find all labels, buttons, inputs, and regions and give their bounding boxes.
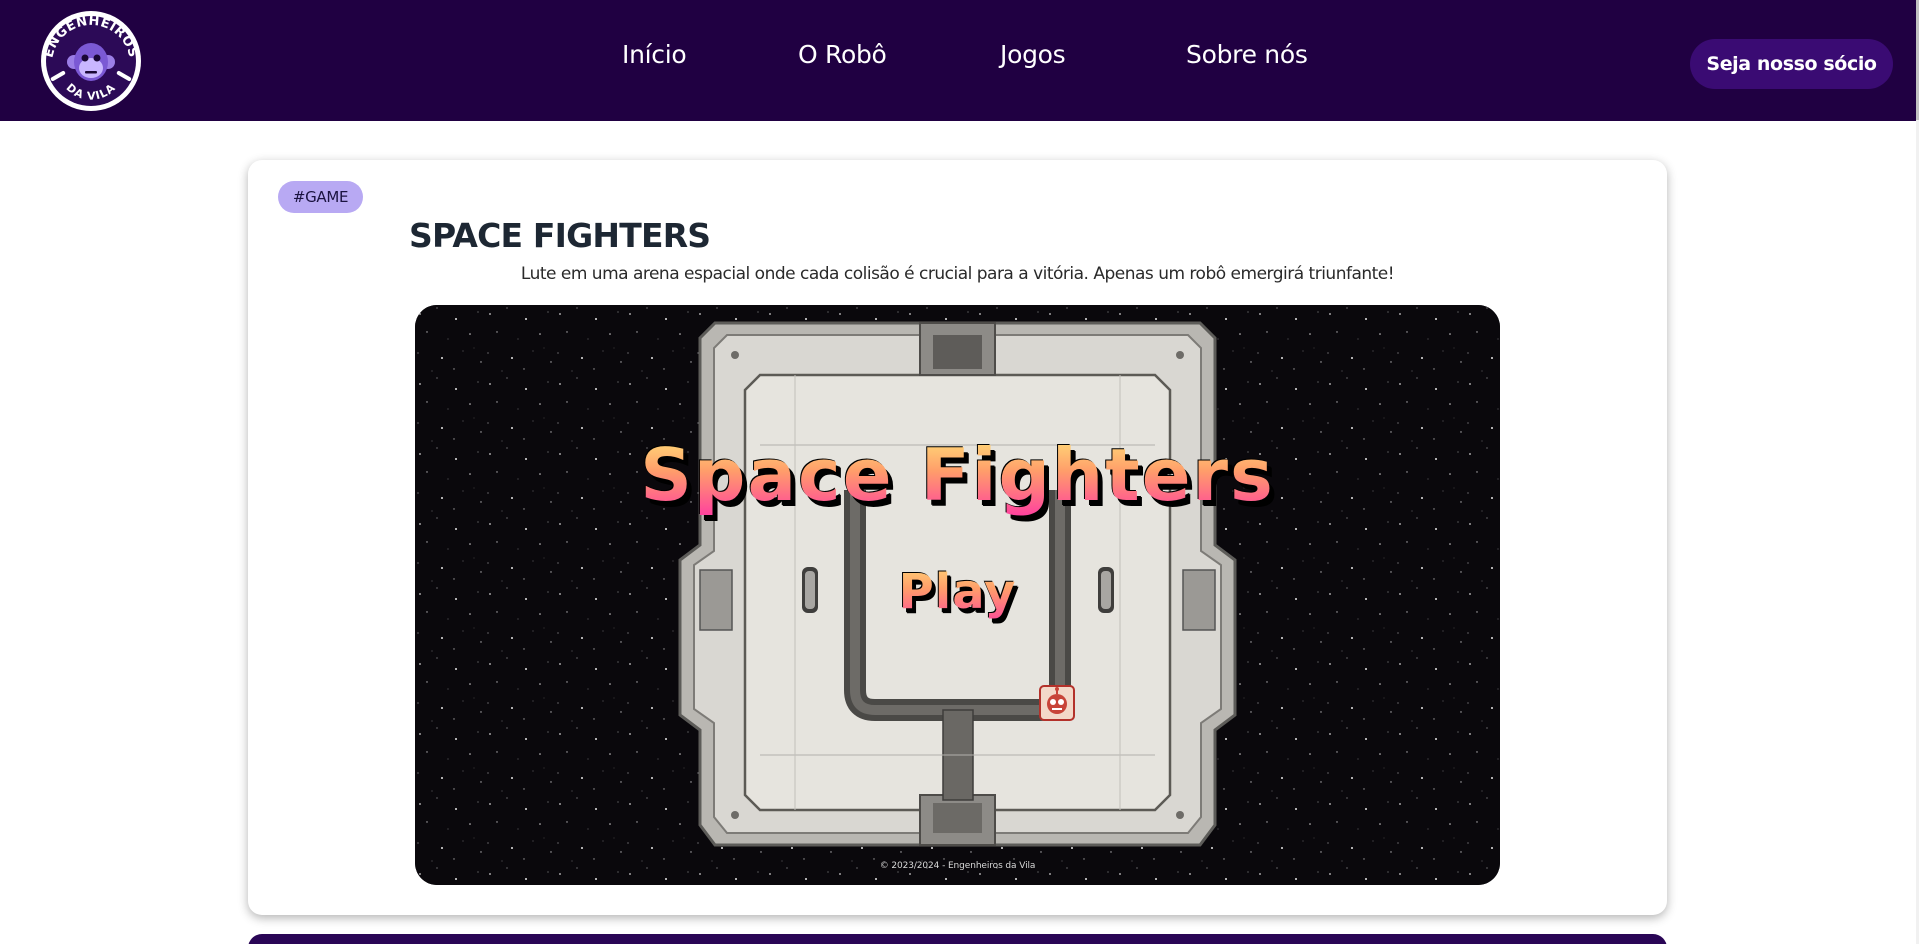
- game-card: #GAME SPACE FIGHTERS Lute em uma arena e…: [248, 160, 1667, 915]
- game-title: SPACE FIGHTERS: [409, 216, 711, 255]
- play-button[interactable]: Play: [885, 557, 1030, 627]
- become-member-button[interactable]: Seja nosso sócio: [1690, 39, 1893, 89]
- main-nav: Início O Robô Jogos Sobre nós: [0, 40, 1916, 76]
- game-description: Lute em uma arena espacial onde cada col…: [520, 264, 1395, 284]
- nav-jogos[interactable]: Jogos: [1000, 40, 1066, 69]
- next-game-card: [248, 934, 1667, 944]
- nav-sobre-nos[interactable]: Sobre nós: [1186, 40, 1308, 69]
- site-header: ENGENHEIROS DA VILA Início O Robô Jogos …: [0, 0, 1916, 121]
- nav-inicio[interactable]: Início: [622, 40, 687, 69]
- nav-o-robo[interactable]: O Robô: [798, 40, 887, 69]
- game-tag: #GAME: [278, 181, 363, 213]
- game-copyright: © 2023/2024 - Engenheiros da Vila: [879, 861, 1036, 871]
- game-canvas[interactable]: Space Fighters Play © 2023/2024 - Engenh…: [415, 305, 1500, 885]
- game-screen-title: Space Fighters: [415, 433, 1500, 517]
- robot-icon: [1039, 685, 1075, 721]
